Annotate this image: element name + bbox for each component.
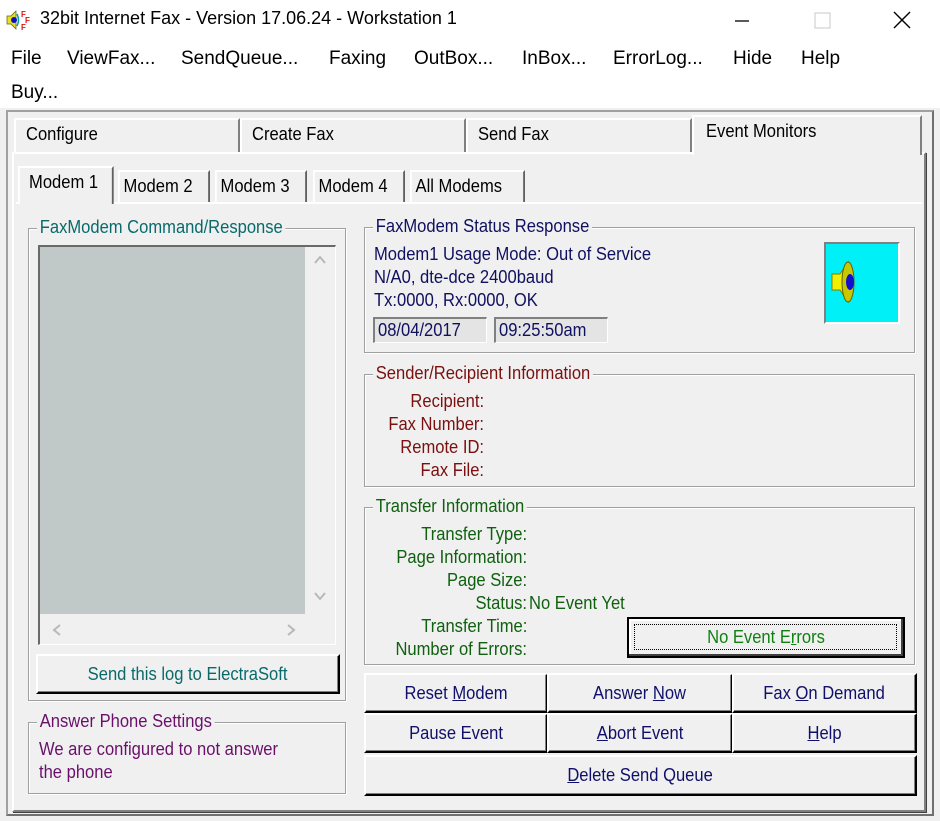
- page-size-label: Page Size:: [446, 570, 527, 590]
- minimize-icon: [735, 20, 749, 22]
- abort-event-button[interactable]: Abort Event: [547, 713, 733, 753]
- status-time: 09:25:50am: [494, 317, 608, 343]
- fax-on-demand-button[interactable]: Fax On Demand: [732, 673, 917, 713]
- maximize-icon: [814, 12, 831, 29]
- abort-event-label: Abort Event: [596, 722, 684, 743]
- reset-modem-button[interactable]: Reset Modem: [364, 673, 548, 713]
- sender-recipient-title: Sender/Recipient Information: [373, 363, 594, 384]
- transfer-type-label: Transfer Type:: [421, 524, 527, 544]
- delete-send-queue-button[interactable]: Delete Send Queue: [364, 755, 917, 796]
- answer-phone-text-2: the phone: [39, 762, 113, 782]
- scroll-down-icon[interactable]: [313, 587, 327, 608]
- menu-buy[interactable]: Buy...: [11, 82, 58, 104]
- answer-phone-title: Answer Phone Settings: [37, 711, 215, 732]
- number-of-errors-label: Number of Errors:: [395, 639, 527, 659]
- scroll-right-icon[interactable]: [284, 621, 298, 642]
- speaker-icon: [831, 260, 855, 304]
- menu-errorlog[interactable]: ErrorLog...: [613, 48, 703, 70]
- menu-file[interactable]: File: [11, 48, 42, 70]
- delete-send-queue-label: Delete Send Queue: [567, 765, 714, 785]
- status-line-1: Modem1 Usage Mode: Out of Service: [374, 244, 652, 264]
- fax-speaker-icon[interactable]: F F F: [4, 8, 32, 32]
- menu-sendqueue[interactable]: SendQueue...: [181, 48, 298, 70]
- tab-modem-2[interactable]: Modem 2: [118, 170, 210, 202]
- status-line-3: Tx:0000, Rx:0000, OK: [374, 290, 538, 310]
- tab-configure[interactable]: Configure: [14, 118, 240, 152]
- menu-help[interactable]: Help: [801, 48, 840, 70]
- event-errors-button[interactable]: No Event Errors: [627, 617, 905, 658]
- title-bar: F F F 32bit Internet Fax - Version 17.06…: [0, 0, 940, 40]
- menu-faxing[interactable]: Faxing: [329, 48, 386, 70]
- command-response-title: FaxModem Command/Response: [37, 217, 286, 238]
- pause-event-button[interactable]: Pause Event: [364, 713, 548, 753]
- answer-phone-text-1: We are configured to not answer: [39, 739, 279, 759]
- command-log[interactable]: [38, 245, 336, 645]
- remote-id-label: Remote ID:: [400, 437, 484, 457]
- answer-now-button[interactable]: Answer Now: [547, 673, 733, 713]
- event-errors-label: No Event Errors: [707, 627, 825, 647]
- tab-modem-1[interactable]: Modem 1: [18, 166, 114, 204]
- fax-file-label: Fax File:: [420, 460, 484, 480]
- recipient-label: Recipient:: [410, 391, 484, 411]
- tab-create-fax[interactable]: Create Fax: [240, 118, 466, 152]
- scroll-up-icon[interactable]: [313, 251, 327, 272]
- menu-outbox[interactable]: OutBox...: [414, 48, 493, 70]
- status-date: 08/04/2017: [373, 317, 487, 343]
- help-label: Help: [807, 722, 842, 743]
- menu-hide[interactable]: Hide: [733, 48, 772, 70]
- send-log-label: Send this log to ElectraSoft: [88, 663, 288, 684]
- fax-on-demand-label: Fax On Demand: [763, 682, 886, 703]
- tab-label: Event Monitors: [706, 121, 817, 141]
- fax-number-label: Fax Number:: [388, 414, 484, 434]
- scroll-left-icon[interactable]: [50, 621, 64, 642]
- tab-event-monitors[interactable]: Event Monitors: [692, 115, 922, 155]
- page-information-label: Page Information:: [396, 547, 527, 567]
- horizontal-scrollbar[interactable]: [40, 614, 306, 644]
- status-response-title: FaxModem Status Response: [373, 216, 593, 237]
- tab-all-modems[interactable]: All Modems: [410, 170, 525, 202]
- maximize-button[interactable]: [792, 0, 852, 40]
- tab-label: Create Fax: [252, 124, 334, 144]
- tab-label: Configure: [26, 124, 98, 144]
- tab-send-fax[interactable]: Send Fax: [466, 118, 692, 152]
- answer-phone-group: Answer Phone Settings We are configured …: [28, 711, 346, 794]
- inner-tab-frame: [16, 202, 922, 204]
- status-label: Status:: [475, 593, 527, 613]
- transfer-info-title: Transfer Information: [373, 496, 528, 517]
- menu-inbox[interactable]: InBox...: [522, 48, 586, 70]
- answer-now-label: Answer Now: [593, 682, 687, 703]
- menu-viewfax[interactable]: ViewFax...: [67, 48, 155, 70]
- status-value: No Event Yet: [529, 593, 625, 613]
- close-icon: [893, 11, 911, 29]
- minimize-button[interactable]: [712, 0, 772, 40]
- help-button[interactable]: Help: [732, 713, 917, 753]
- reset-modem-label: Reset Modem: [404, 682, 508, 703]
- svg-text:F: F: [21, 23, 26, 32]
- transfer-time-label: Transfer Time:: [420, 616, 527, 636]
- tab-modem-4[interactable]: Modem 4: [313, 170, 405, 202]
- window-title: 32bit Internet Fax - Version 17.06.24 - …: [40, 8, 457, 28]
- vertical-scrollbar[interactable]: [305, 247, 335, 615]
- close-button[interactable]: [872, 0, 932, 40]
- tab-modem-3[interactable]: Modem 3: [215, 170, 307, 202]
- pause-event-label: Pause Event: [409, 722, 503, 743]
- tab-label: Send Fax: [478, 124, 549, 144]
- send-log-button[interactable]: Send this log to ElectraSoft: [36, 654, 340, 694]
- menu-bar: File ViewFax... SendQueue... Faxing OutB…: [0, 40, 940, 108]
- speaker-button[interactable]: [824, 242, 900, 324]
- status-line-2: N/A0, dte-dce 2400baud: [374, 267, 554, 287]
- log-text[interactable]: [40, 247, 306, 615]
